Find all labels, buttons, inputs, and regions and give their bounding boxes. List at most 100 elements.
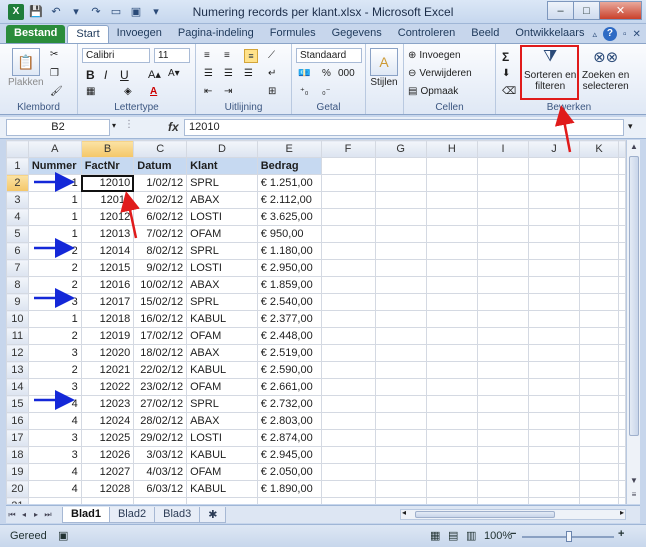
cell[interactable]: 16/02/12 <box>133 310 188 328</box>
cell[interactable]: 29/02/12 <box>133 429 188 447</box>
cell[interactable] <box>374 225 427 243</box>
tab-gegevens[interactable]: Gegevens <box>324 25 390 43</box>
cell[interactable] <box>477 225 529 243</box>
align-top-icon[interactable]: ≡ <box>204 50 210 61</box>
cell[interactable]: 1 <box>27 191 82 209</box>
row-header[interactable]: 18 <box>6 446 29 464</box>
cell[interactable] <box>374 174 427 192</box>
cell[interactable] <box>618 412 626 430</box>
orientation-icon[interactable]: ⟋ <box>268 50 275 61</box>
cell[interactable]: 2 <box>27 327 82 345</box>
tab-formules[interactable]: Formules <box>262 25 324 43</box>
cell[interactable] <box>425 310 479 328</box>
cell[interactable] <box>477 293 529 311</box>
format-painter-icon[interactable]: 🖌 <box>50 86 63 97</box>
cell[interactable]: OFAM <box>186 327 258 345</box>
scroll-down-icon[interactable]: ▼ <box>628 474 640 488</box>
cell[interactable] <box>320 429 376 447</box>
name-box[interactable]: B2 <box>6 119 110 136</box>
cell[interactable] <box>618 463 626 481</box>
split-icon[interactable]: ≡ <box>628 488 640 502</box>
sheet-tab-blad1[interactable]: Blad1 <box>62 506 110 523</box>
cell[interactable] <box>374 395 427 413</box>
copy-icon[interactable]: ❐ <box>50 68 59 79</box>
cell[interactable] <box>477 157 529 175</box>
cell[interactable] <box>579 276 619 294</box>
row-header[interactable]: 4 <box>6 208 29 226</box>
cell[interactable]: LOSTI <box>186 429 258 447</box>
header-cell[interactable]: Nummer <box>27 157 82 175</box>
decrease-decimal-icon[interactable]: ₀⁻ <box>322 86 331 97</box>
cell[interactable]: € 2.540,00 <box>256 293 322 311</box>
page-break-view-icon[interactable]: ▥ <box>466 529 476 542</box>
cell[interactable] <box>527 429 581 447</box>
cell[interactable]: 1 <box>27 225 82 243</box>
row-header[interactable]: 15 <box>6 395 29 413</box>
cell[interactable] <box>477 327 529 345</box>
cell[interactable]: € 2.448,00 <box>256 327 322 345</box>
scroll-left-icon[interactable]: ◂ <box>402 508 406 517</box>
zoom-slider[interactable] <box>522 531 614 542</box>
minimize-button[interactable]: – <box>547 1 574 20</box>
cell[interactable]: ABAX <box>186 412 258 430</box>
new-file-icon[interactable]: ▭ <box>108 4 124 20</box>
align-right-icon[interactable]: ☰ <box>244 68 253 79</box>
cell[interactable]: 2 <box>27 259 82 277</box>
row-header[interactable]: 16 <box>6 412 29 430</box>
cell[interactable] <box>618 497 626 504</box>
cell[interactable]: 12028 <box>80 480 135 498</box>
tab-bestand[interactable]: Bestand <box>6 25 66 43</box>
cell[interactable]: 12015 <box>80 259 135 277</box>
cell[interactable]: 3 <box>27 344 82 362</box>
cell[interactable] <box>320 480 376 498</box>
cell[interactable] <box>618 191 626 209</box>
column-header-e[interactable]: E <box>256 140 322 158</box>
cell[interactable] <box>374 463 427 481</box>
cell[interactable] <box>320 395 376 413</box>
cell[interactable] <box>425 225 479 243</box>
prev-sheet-icon[interactable]: ◂ <box>18 510 30 519</box>
cell[interactable] <box>425 242 479 260</box>
number-format-select[interactable]: Standaard <box>296 48 362 63</box>
cell[interactable]: 8/02/12 <box>133 242 188 260</box>
percent-button[interactable]: % <box>322 68 331 79</box>
cell[interactable]: 12025 <box>80 429 135 447</box>
cell[interactable] <box>320 497 376 504</box>
cell[interactable] <box>477 191 529 209</box>
cell[interactable] <box>425 191 479 209</box>
cell[interactable]: 3 <box>27 429 82 447</box>
cell[interactable] <box>618 310 626 328</box>
cell[interactable] <box>618 446 626 464</box>
cell[interactable] <box>186 497 258 504</box>
zoom-level[interactable]: 100% <box>484 530 512 542</box>
cell[interactable] <box>374 242 427 260</box>
cell[interactable]: 10/02/12 <box>133 276 188 294</box>
cell[interactable]: 2 <box>27 276 82 294</box>
cell[interactable] <box>477 174 529 192</box>
row-header[interactable]: 21 <box>6 497 29 504</box>
cell[interactable] <box>618 225 626 243</box>
cell[interactable] <box>527 174 581 192</box>
delete-cells-button[interactable]: ⊖ Verwijderen <box>408 68 472 79</box>
row-header[interactable]: 1 <box>6 157 29 175</box>
cell[interactable]: 4 <box>27 395 82 413</box>
row-header[interactable]: 17 <box>6 429 29 447</box>
next-sheet-icon[interactable]: ▸ <box>30 510 42 519</box>
column-header-f[interactable]: F <box>320 140 376 158</box>
cell[interactable]: 12013 <box>80 225 135 243</box>
zoom-out-button[interactable]: − <box>510 528 516 540</box>
cell[interactable]: € 2.661,00 <box>256 378 322 396</box>
cell[interactable]: 23/02/12 <box>133 378 188 396</box>
cell[interactable]: € 1.859,00 <box>256 276 322 294</box>
align-middle-icon[interactable]: ≡ <box>224 50 230 61</box>
cell[interactable] <box>579 480 619 498</box>
cell[interactable]: 4 <box>27 463 82 481</box>
cell[interactable] <box>477 310 529 328</box>
cell[interactable] <box>579 361 619 379</box>
cell[interactable] <box>320 242 376 260</box>
macro-record-icon[interactable]: ▣ <box>58 529 68 542</box>
cell[interactable] <box>579 412 619 430</box>
cell[interactable]: € 2.590,00 <box>256 361 322 379</box>
cell[interactable]: € 3.625,00 <box>256 208 322 226</box>
cell[interactable]: 12012 <box>80 208 135 226</box>
